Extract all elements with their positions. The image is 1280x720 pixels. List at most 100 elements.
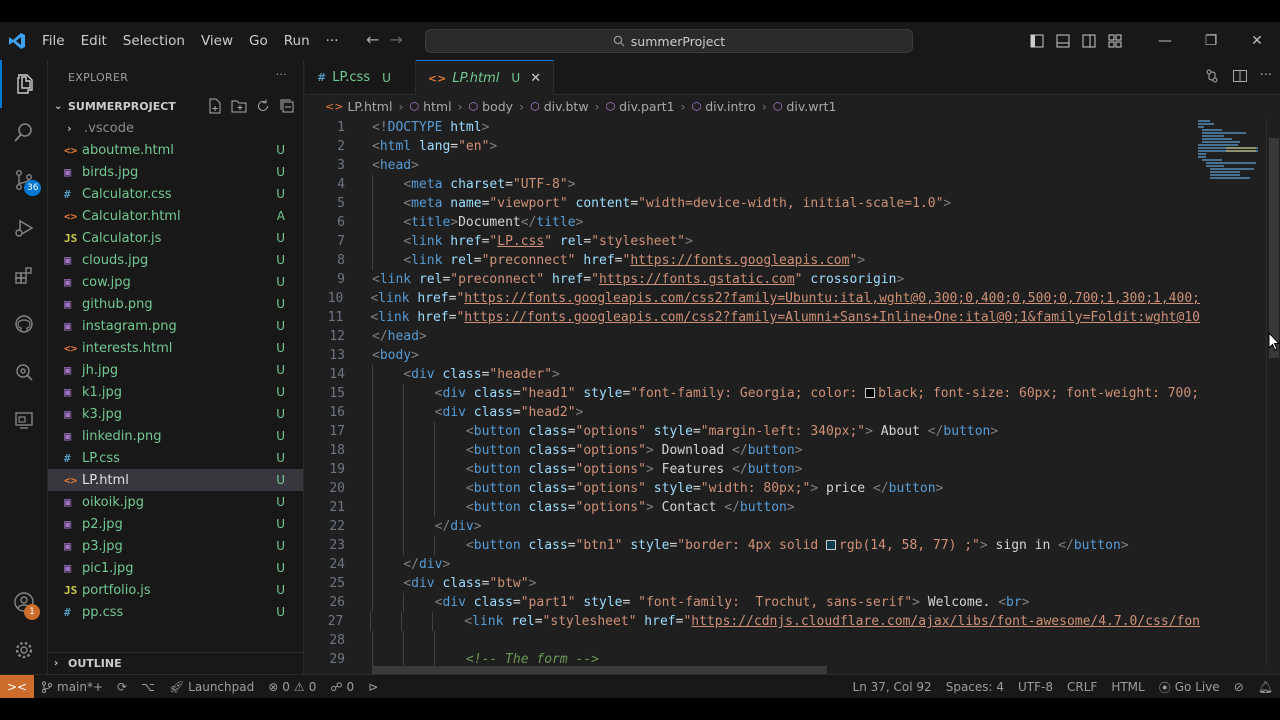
- breadcrumb-item[interactable]: div.intro: [705, 99, 756, 114]
- menu-item[interactable]: Edit: [73, 22, 115, 60]
- search-activity-icon[interactable]: [0, 108, 48, 156]
- manage-gear-icon[interactable]: [0, 626, 48, 674]
- breadcrumb-item[interactable]: div.btw: [544, 99, 589, 114]
- code-token: >: [1021, 595, 1030, 610]
- remote-window-activity-icon[interactable]: [0, 396, 48, 444]
- file-row[interactable]: # LP.css U: [48, 447, 303, 469]
- breadcrumb-item[interactable]: LP.html: [347, 99, 392, 114]
- breadcrumb-item[interactable]: html: [423, 99, 451, 114]
- new-folder-icon[interactable]: [231, 98, 247, 114]
- editor-tab[interactable]: <> LP.html U ✕: [415, 60, 555, 95]
- customize-layout-icon[interactable]: [1102, 22, 1128, 60]
- remote-indicator[interactable]: ><: [0, 674, 34, 698]
- run-debug-activity-icon[interactable]: [0, 204, 48, 252]
- file-row[interactable]: ▣ instagram.png U: [48, 315, 303, 337]
- graph-button[interactable]: ⌥: [134, 680, 162, 694]
- file-row[interactable]: ▣ birds.jpg U: [48, 161, 303, 183]
- indentation[interactable]: Spaces: 4: [939, 680, 1011, 694]
- split-editor-icon[interactable]: [1232, 68, 1248, 84]
- language-mode[interactable]: HTML: [1104, 680, 1151, 694]
- horizontal-scrollbar[interactable]: [372, 666, 827, 674]
- file-row[interactable]: ▣ linkedin.png U: [48, 425, 303, 447]
- close-window-button[interactable]: ✕: [1234, 22, 1280, 60]
- back-arrow-icon[interactable]: ←: [366, 30, 379, 49]
- menu-item[interactable]: Run: [276, 22, 318, 60]
- minimize-button[interactable]: —: [1142, 22, 1188, 60]
- info-indicator[interactable]: ☍ 0: [323, 680, 361, 694]
- file-row[interactable]: › .vscode: [48, 117, 303, 139]
- file-row[interactable]: ▣ clouds.jpg U: [48, 249, 303, 271]
- launchpad-button[interactable]: 🚀︎ Launchpad: [162, 680, 261, 694]
- sync-button[interactable]: ⟳: [110, 680, 134, 694]
- more-actions-icon[interactable]: ···: [1260, 68, 1272, 84]
- vertical-scrollbar[interactable]: [1266, 118, 1280, 666]
- explorer-activity-icon[interactable]: [0, 60, 48, 108]
- run-task-button[interactable]: ⊳: [361, 680, 385, 694]
- file-row[interactable]: ▣ pic1.jpg U: [48, 557, 303, 579]
- outline-section[interactable]: › OUTLINE: [48, 652, 303, 674]
- notifications-button[interactable]: 🔔︎: [1251, 680, 1280, 694]
- file-row[interactable]: ▣ oikoik.jpg U: [48, 491, 303, 513]
- explorer-more-icon[interactable]: ···: [276, 68, 287, 81]
- code-line: 16 <div class="head2">: [305, 403, 1200, 422]
- color-swatch[interactable]: [826, 539, 836, 550]
- menu-item[interactable]: View: [193, 22, 241, 60]
- file-row[interactable]: ▣ p2.jpg U: [48, 513, 303, 535]
- collapse-all-icon[interactable]: [279, 98, 295, 114]
- file-row[interactable]: <> interests.html U: [48, 337, 303, 359]
- editor-tab[interactable]: # LP.css U: [305, 60, 416, 95]
- code-text: <meta charset="UTF-8">: [345, 175, 576, 194]
- file-row[interactable]: ▣ cow.jpg U: [48, 271, 303, 293]
- forward-arrow-icon[interactable]: →: [389, 30, 402, 49]
- file-row[interactable]: ▣ k3.jpg U: [48, 403, 303, 425]
- new-file-icon[interactable]: [207, 98, 223, 114]
- color-swatch[interactable]: [865, 387, 876, 398]
- menu-item[interactable]: Selection: [115, 22, 193, 60]
- file-row[interactable]: # Calculator.css U: [48, 183, 303, 205]
- code-token: <!-- The form -->: [465, 652, 599, 666]
- close-tab-icon[interactable]: ✕: [530, 71, 541, 86]
- file-row[interactable]: ▣ k1.jpg U: [48, 381, 303, 403]
- toggle-primary-sidebar-icon[interactable]: [1024, 22, 1050, 60]
- problems-indicator[interactable]: ⊗ 0 ⚠ 0: [261, 680, 323, 694]
- github-activity-icon[interactable]: [0, 300, 48, 348]
- file-row[interactable]: <> Calculator.html A: [48, 205, 303, 227]
- file-row[interactable]: JS Calculator.js U: [48, 227, 303, 249]
- restore-button[interactable]: ❐: [1188, 22, 1234, 60]
- breadcrumb-item[interactable]: div.part1: [619, 99, 674, 114]
- line-ending[interactable]: CRLF: [1060, 680, 1104, 694]
- refresh-icon[interactable]: [255, 98, 271, 114]
- scrollbar-thumb[interactable]: [1269, 138, 1279, 358]
- go-live-button[interactable]: ⦿ Go Live: [1152, 679, 1227, 696]
- remote-explorer-activity-icon[interactable]: [0, 348, 48, 396]
- toggle-secondary-sidebar-icon[interactable]: [1076, 22, 1102, 60]
- menu-item[interactable]: Go: [241, 22, 276, 60]
- breadcrumb-item[interactable]: body: [482, 99, 513, 114]
- file-row[interactable]: # pp.css U: [48, 601, 303, 623]
- menu-item[interactable]: File: [34, 22, 73, 60]
- toggle-panel-icon[interactable]: [1050, 22, 1076, 60]
- source-control-activity-icon[interactable]: 36: [0, 156, 48, 204]
- copilot-button[interactable]: ⊘: [1227, 680, 1251, 694]
- line-number: 18: [329, 443, 345, 458]
- extensions-activity-icon[interactable]: [0, 252, 48, 300]
- command-center-search[interactable]: summerProject: [425, 29, 913, 53]
- file-row[interactable]: ▣ jh.jpg U: [48, 359, 303, 381]
- encoding[interactable]: UTF-8: [1011, 680, 1060, 694]
- breadcrumb-item[interactable]: div.wrt1: [786, 99, 836, 114]
- file-row[interactable]: ▣ p3.jpg U: [48, 535, 303, 557]
- code-editor[interactable]: 1 <!DOCTYPE html> 2 <html lang="en"> 3 <head>…: [305, 118, 1200, 666]
- code-token: =: [567, 443, 576, 458]
- file-row[interactable]: <> aboutme.html U: [48, 139, 303, 161]
- cursor-position[interactable]: Ln 37, Col 92: [846, 680, 939, 694]
- branch-indicator[interactable]: main*+: [34, 680, 110, 694]
- file-row[interactable]: ▣ github.png U: [48, 293, 303, 315]
- file-row[interactable]: <> LP.html U: [48, 469, 303, 491]
- accounts-activity-icon[interactable]: 1: [0, 578, 48, 626]
- code-token: >: [935, 481, 944, 496]
- minimap[interactable]: [1196, 118, 1266, 182]
- open-changes-icon[interactable]: [1204, 68, 1220, 84]
- folder-header[interactable]: ⌄ SUMMERPROJECT: [48, 95, 303, 117]
- menu-item[interactable]: ···: [318, 22, 347, 60]
- file-row[interactable]: JS portfolio.js U: [48, 579, 303, 601]
